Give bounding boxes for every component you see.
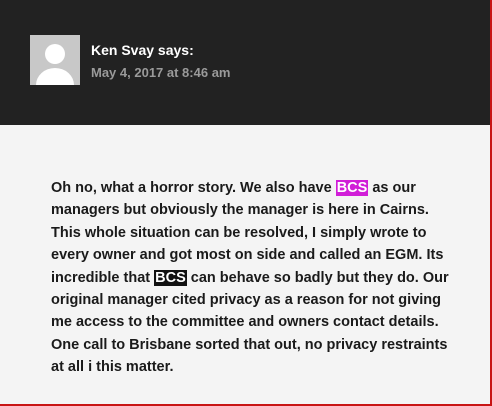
highlight-term: BCS: [154, 269, 187, 286]
user-avatar-icon: [30, 35, 80, 85]
comment-frame: Ken Svay says: May 4, 2017 at 8:46 am Oh…: [0, 0, 492, 406]
comment-body: Oh no, what a horror story. We also have…: [51, 177, 451, 379]
comment-text: Oh no, what a horror story. We also have: [51, 180, 336, 196]
comment-author[interactable]: Ken Svay says:: [91, 42, 194, 58]
comment-header: Ken Svay says: May 4, 2017 at 8:46 am: [0, 0, 490, 125]
comment-date-link[interactable]: May 4, 2017 at 8:46 am: [91, 65, 230, 80]
highlight-term: BCS: [335, 180, 369, 196]
default-user-avatar-icon: [30, 35, 80, 85]
